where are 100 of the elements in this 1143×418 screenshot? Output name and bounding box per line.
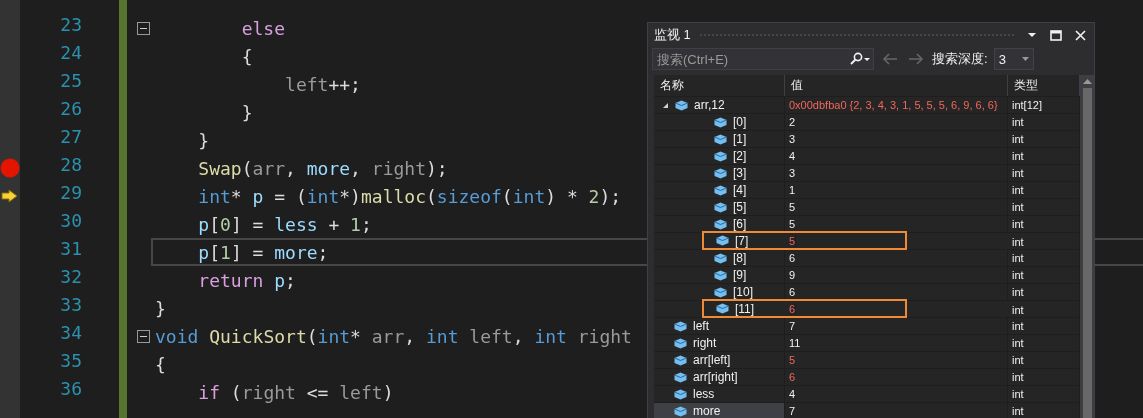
line-number: 27 [59, 126, 82, 149]
variable-icon [716, 235, 729, 246]
watch-name[interactable]: [0] [733, 115, 747, 129]
breakpoint-icon[interactable] [0, 158, 20, 178]
maximize-icon[interactable] [1048, 27, 1064, 43]
watch-value: 11 [785, 335, 1008, 351]
watch-name[interactable]: arr[right] [693, 370, 738, 384]
code-line: if (right <= left) [197, 381, 394, 403]
variable-icon [714, 218, 727, 230]
watch-name[interactable]: [8] [733, 251, 747, 265]
code-line: } [240, 101, 253, 123]
watch-name[interactable]: right [693, 336, 717, 350]
code-line: { [155, 353, 166, 375]
variable-icon [714, 116, 727, 128]
variable-icon [714, 252, 727, 264]
line-number: 35 [59, 350, 82, 373]
watch-name[interactable]: [4] [733, 183, 747, 197]
variable-icon [674, 405, 687, 417]
line-number: 33 [59, 294, 82, 317]
watch-value: 5 [785, 216, 1008, 232]
watch-name[interactable]: [6] [733, 217, 747, 231]
expand-icon[interactable] [662, 101, 669, 109]
code-line: { [240, 45, 253, 67]
line-number: 31 [59, 238, 82, 261]
code-line: p[1] = more; [197, 241, 329, 263]
watch-value: 1 [785, 182, 1008, 198]
watch-value: 3 [785, 165, 1008, 181]
watch-value: 6 [785, 369, 1008, 385]
watch-name[interactable]: [10] [733, 285, 753, 299]
variable-icon [714, 184, 727, 196]
watch-value: 6 [785, 302, 797, 315]
variable-icon [714, 201, 727, 213]
scrollbar-thumb[interactable] [1082, 88, 1092, 418]
watch-name[interactable]: [2] [733, 149, 747, 163]
collapse-icon[interactable] [136, 21, 150, 35]
watch-name[interactable]: [1] [733, 132, 747, 146]
watch-name[interactable]: arr[left] [693, 353, 731, 367]
variable-icon [674, 371, 687, 383]
close-icon[interactable] [1072, 27, 1088, 43]
watch-value: 2 [785, 114, 1008, 130]
watch-name[interactable]: [5] [733, 200, 747, 214]
watch-value: 7 [785, 318, 1008, 334]
watch-name[interactable]: less [693, 387, 715, 401]
variable-icon [714, 133, 727, 145]
line-number: 30 [59, 210, 82, 233]
code-line: else [240, 17, 286, 39]
code-line: left++; [284, 73, 361, 95]
column-header[interactable]: 值 [785, 75, 1008, 96]
variable-icon [714, 269, 727, 281]
code-line: return p; [197, 269, 296, 291]
breakpoint-margin[interactable] [0, 0, 20, 418]
depth-select[interactable]: 3 [993, 48, 1034, 70]
watch-name[interactable]: more [693, 404, 721, 418]
code-line: Swap(arr, more, right); [197, 157, 448, 179]
watch-value: 9 [785, 267, 1008, 283]
code-line: p[0] = less + 1; [197, 213, 372, 235]
code-line: } [197, 129, 210, 151]
variable-icon [714, 286, 727, 298]
variable-icon [674, 337, 687, 349]
code-line: void QuickSort(int* arr, int left, int right [155, 325, 632, 347]
panel-title: 监视 1 [654, 26, 691, 44]
collapse-icon[interactable] [136, 329, 150, 343]
line-number: 29 [59, 182, 82, 205]
variable-icon [716, 303, 729, 314]
line-number: 34 [59, 322, 82, 345]
variable-icon [674, 320, 687, 332]
watch-value: 6 [785, 284, 1008, 300]
watch-name[interactable]: [9] [733, 268, 747, 282]
watch-value: 3 [785, 131, 1008, 147]
line-number: 23 [59, 14, 82, 37]
code-line: } [155, 297, 166, 319]
search-input[interactable]: 搜索(Ctrl+E) [653, 51, 847, 67]
variable-icon [714, 167, 727, 179]
watch-value: 6 [785, 250, 1008, 266]
watch-value: 4 [785, 148, 1008, 164]
watch-value: 5 [785, 234, 797, 247]
variable-icon [675, 99, 688, 111]
watch-name[interactable]: [7] [735, 233, 749, 248]
variable-icon [674, 388, 687, 400]
line-number: 28 [59, 154, 82, 177]
variable-icon [674, 354, 687, 366]
watch-name[interactable]: left [693, 319, 709, 333]
line-number: 24 [59, 42, 82, 65]
line-number: 36 [59, 378, 82, 401]
watch-value: 5 [785, 199, 1008, 215]
depth-label: 搜索深度: [932, 50, 988, 68]
watch-name[interactable]: [11] [735, 301, 755, 316]
line-number: 26 [59, 98, 82, 121]
line-number: 32 [59, 266, 82, 289]
line-number: 25 [59, 70, 82, 93]
column-header[interactable]: 名称 [654, 75, 785, 96]
search-box[interactable]: 搜索(Ctrl+E) [652, 48, 874, 70]
scroll-up-icon[interactable] [1082, 79, 1092, 84]
watch-value: 7 [785, 403, 1008, 418]
code-line: int* p = (int*)malloc(sizeof(int) * 2); [197, 185, 622, 207]
watch-name[interactable]: [3] [733, 166, 747, 180]
watch-value: 5 [785, 352, 1008, 368]
watch-name[interactable]: arr,12 [694, 98, 725, 112]
watch-value: 4 [785, 386, 1008, 402]
variable-icon [714, 150, 727, 162]
